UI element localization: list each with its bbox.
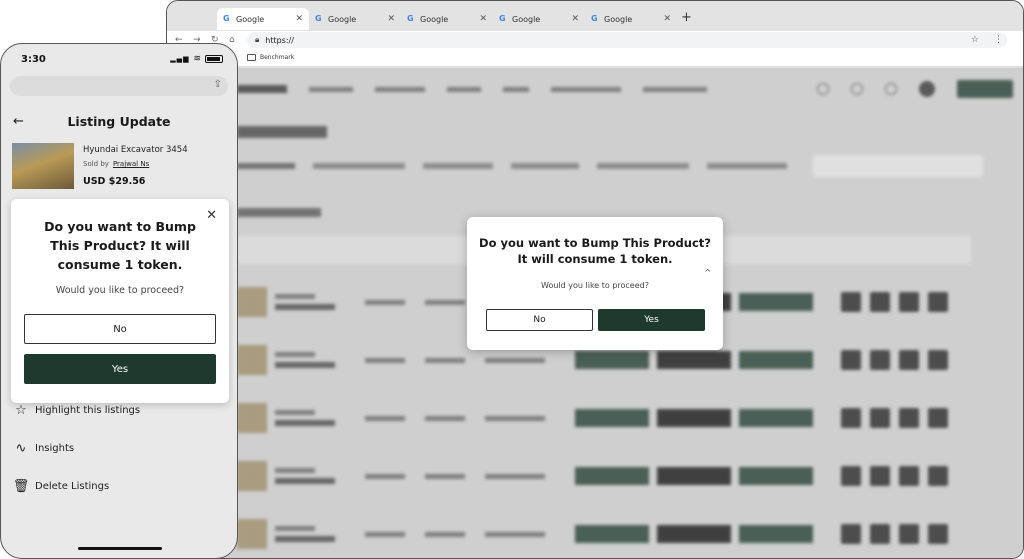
tab-title: Google: [328, 14, 357, 24]
battery-icon: [205, 55, 223, 63]
url-text: https://: [265, 35, 294, 45]
product-summary: Hyundai Excavator 3454 Sold by Prajwal Ns…: [12, 143, 226, 191]
product-image: [12, 143, 74, 189]
close-tab-icon[interactable]: ✕: [663, 14, 671, 24]
folder-icon: [247, 54, 256, 61]
product-price: USD $29.56: [83, 176, 146, 187]
menu-label: Highlight this listings: [35, 404, 141, 416]
signal-icon: ▂▄▆: [170, 55, 190, 63]
back-arrow-icon[interactable]: ←: [13, 114, 24, 129]
site-nav-placeholder: [237, 78, 1013, 100]
new-tab-icon[interactable]: +: [681, 10, 692, 25]
browser-tab-1[interactable]: G Google ✕: [217, 8, 309, 30]
google-icon: G: [223, 14, 230, 23]
home-icon[interactable]: ⌂: [229, 35, 239, 45]
star-icon: ☆: [15, 402, 27, 418]
close-tab-icon[interactable]: ✕: [387, 14, 395, 24]
close-tab-icon[interactable]: ✕: [479, 14, 487, 24]
yes-button[interactable]: Yes: [24, 354, 216, 384]
tab-title: Google: [512, 14, 541, 24]
close-icon[interactable]: ✕: [206, 208, 217, 223]
menu-icon[interactable]: ⋮: [994, 35, 1003, 45]
menu-insights[interactable]: ∿ Insights: [12, 439, 75, 457]
close-tab-icon[interactable]: ✕: [571, 14, 579, 24]
menu-label: Delete Listings: [35, 480, 110, 492]
dialog-prompt: Would you like to proceed?: [55, 285, 185, 296]
browser-tab-4[interactable]: G Google ✕: [493, 8, 585, 30]
bookmarks-bar: Benchmark: [167, 49, 1023, 67]
bookmark-benchmark[interactable]: Benchmark: [260, 54, 294, 61]
dialog-prompt: Would you like to proceed?: [541, 281, 649, 290]
screenshot-stage: G Google ✕ G Google ✕ G Google ✕ G Googl…: [0, 0, 1024, 559]
chart-icon: ∿: [15, 440, 27, 456]
no-button[interactable]: No: [486, 309, 593, 331]
browser-tab-3[interactable]: G Google ✕: [401, 8, 493, 30]
product-name: Hyundai Excavator 3454: [83, 145, 188, 155]
lock-icon: 🔒︎: [255, 35, 260, 44]
trash-icon: 🗑︎: [12, 478, 30, 494]
mobile-bump-dialog: ✕ Do you want to Bump This Product? It w…: [11, 199, 229, 403]
menu-label: Insights: [35, 442, 75, 454]
sold-by: Sold by Prajwal Ns: [83, 160, 149, 168]
tab-title: Google: [604, 14, 633, 24]
browser-toolbar: ← → ↻ ⌂ 🔒︎ https:// ☆ ⋮: [167, 31, 1023, 49]
dialog-question: Do you want to Bump This Product? It wil…: [44, 219, 196, 272]
tab-title: Google: [236, 14, 265, 24]
menu-highlight-listings[interactable]: ☆ Highlight this listings: [12, 401, 140, 419]
dialog-question: Do you want to Bump This Product? It wil…: [479, 236, 711, 266]
google-icon: G: [499, 14, 506, 23]
no-button[interactable]: No: [24, 314, 216, 344]
close-tab-icon[interactable]: ✕: [295, 14, 303, 24]
status-bar: 3:30 ▂▄▆ ≋: [21, 52, 223, 66]
phone-frame: 3:30 ▂▄▆ ≋ ⇪ ← Listing Update Hyundai Ex…: [0, 43, 238, 559]
wifi-icon: ≋: [193, 54, 201, 64]
bookmark-star-icon[interactable]: ☆: [971, 35, 979, 45]
tab-title: Google: [420, 14, 449, 24]
menu-delete-listings[interactable]: 🗑︎ Delete Listings: [12, 477, 109, 495]
seller-link[interactable]: Prajwal Ns: [113, 160, 149, 168]
page-title: Listing Update: [67, 114, 171, 129]
mobile-address-bar[interactable]: ⇪: [10, 76, 228, 96]
status-time: 3:30: [21, 53, 46, 65]
app-bar: ← Listing Update: [1, 114, 237, 132]
google-icon: G: [591, 14, 598, 23]
address-bar[interactable]: 🔒︎ https:// ☆ ⋮: [247, 32, 1007, 48]
browser-tab-5[interactable]: G Google ✕: [585, 8, 677, 30]
browser-tab-2[interactable]: G Google ✕: [309, 8, 401, 30]
sold-by-label: Sold by: [83, 160, 109, 168]
chevron-up-icon: ^: [704, 268, 711, 277]
google-icon: G: [315, 14, 322, 23]
home-indicator[interactable]: [78, 547, 162, 550]
google-icon: G: [407, 14, 414, 23]
yes-button[interactable]: Yes: [598, 309, 705, 331]
share-icon[interactable]: ⇪: [214, 79, 222, 90]
tab-strip: G Google ✕ G Google ✕ G Google ✕ G Googl…: [167, 1, 1023, 31]
desktop-bump-dialog: Do you want to Bump This Product? It wil…: [467, 217, 723, 350]
